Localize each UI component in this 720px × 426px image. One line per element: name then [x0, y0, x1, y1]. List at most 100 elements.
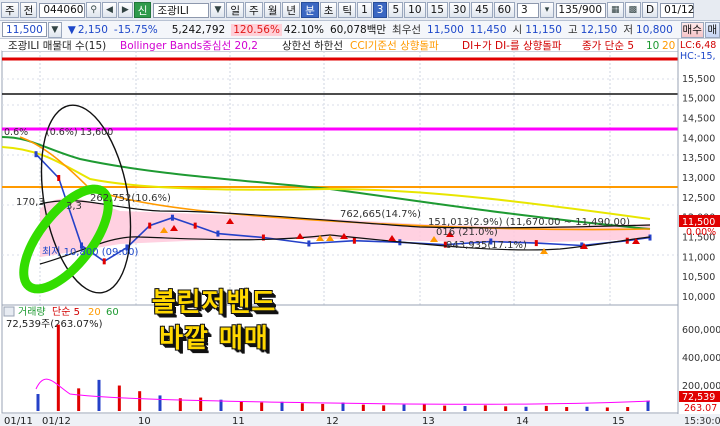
price-tick-label: 11,000: [682, 252, 715, 263]
minute-30-button[interactable]: 30: [448, 2, 471, 18]
price-candle: [193, 222, 197, 229]
price-candle: [34, 151, 38, 158]
price-candle: [216, 230, 220, 237]
price-candle: [307, 240, 311, 247]
current-price: 11,500: [2, 22, 47, 37]
volume-bar: [239, 401, 243, 411]
volume-bar: [341, 402, 345, 411]
sell-button[interactable]: 매: [704, 21, 720, 38]
date-input[interactable]: 01/12: [660, 2, 694, 18]
high-label: 고: [567, 24, 578, 36]
open-label: 시: [512, 24, 523, 36]
toolbar: 주 전 044060 ⚲ ◀ ▶ 신 조광ILI ▼ 일 주 월 년 분 초 틱…: [0, 0, 720, 21]
price-chart[interactable]: 0.6% (0.6%) 13,600 170,3 3,3 262,752(10.…: [0, 39, 720, 426]
period-month-button[interactable]: 월: [263, 2, 282, 18]
price-candle: [102, 258, 106, 265]
dropdown-icon[interactable]: ▼: [210, 2, 226, 18]
period-year-button[interactable]: 년: [282, 2, 301, 18]
volume-bar: [382, 405, 386, 411]
callout-line-2: 바깥 매매: [159, 324, 269, 354]
volume-bar: [646, 400, 650, 411]
legend-dmi[interactable]: DI+가 DI-를 상향돌파: [462, 40, 562, 52]
volume-bar: [626, 407, 630, 411]
legend-bollinger[interactable]: Bollinger Bands중심선 20,2: [120, 40, 258, 52]
volume-tick-400k: 400,000: [682, 353, 720, 364]
peak-pct-label: (0.6%): [46, 127, 78, 138]
zoom-in-icon[interactable]: ▦: [607, 2, 624, 18]
search-icon[interactable]: ⚲: [86, 2, 101, 18]
volume-tick-600k: 600,000: [682, 325, 720, 336]
volume-bar: [260, 402, 264, 411]
legend-upper[interactable]: 상한선: [282, 40, 311, 52]
volume-bar: [524, 406, 528, 411]
price-candle: [534, 240, 538, 247]
open-price: 11,150: [525, 23, 562, 36]
legend-ma-20[interactable]: 20: [662, 40, 675, 52]
prev-icon[interactable]: ◀: [101, 2, 117, 18]
interval-input[interactable]: 3: [517, 2, 540, 18]
volume-bar: [77, 388, 81, 411]
period-tick-button[interactable]: 틱: [338, 2, 357, 18]
volume-bar: [443, 405, 447, 411]
count-input[interactable]: 135/900: [556, 2, 607, 18]
trade-amount: 60,078백만: [329, 24, 387, 36]
volume-label[interactable]: 거래량: [18, 306, 46, 318]
period-second-button[interactable]: 초: [319, 2, 338, 18]
change-arrow-icon: ▼: [67, 23, 76, 36]
best-bid: 11,450: [469, 23, 507, 36]
minute-45-button[interactable]: 45: [471, 2, 493, 18]
minute-10-button[interactable]: 10: [404, 2, 426, 18]
minute-3-button[interactable]: 3: [372, 2, 388, 18]
best-ask: 11,500: [427, 23, 464, 36]
price-candle: [170, 214, 174, 221]
panel-toggle-icon[interactable]: [3, 306, 15, 317]
symbol-code-input[interactable]: 044060: [39, 2, 86, 18]
volume-bar: [483, 405, 487, 411]
quote-bar: 11,500 ▼ ▼ 2,150 -15.75% 5,242,792 120.5…: [0, 21, 720, 39]
price-dropdown-icon[interactable]: ▼: [47, 21, 62, 38]
buy-button[interactable]: 매수: [680, 21, 704, 38]
volume-bar: [565, 407, 569, 411]
label-mid: 262,752(10.6%): [90, 193, 171, 204]
time-label: 01/11: [4, 416, 33, 426]
label-016: 016 (21.0%): [436, 227, 498, 238]
period-day-button[interactable]: 일: [226, 2, 245, 18]
minute-60-button[interactable]: 60: [493, 2, 516, 18]
speaker-icon[interactable]: ▶: [117, 2, 133, 18]
volume-bar: [605, 407, 609, 411]
low-label: 저: [623, 24, 634, 36]
minute-1-button[interactable]: 1: [357, 2, 372, 18]
volume-ma-label[interactable]: 단순 5: [52, 306, 80, 318]
volume-bar: [544, 405, 548, 411]
period-week-button[interactable]: 주: [245, 2, 263, 18]
change-percent: -15.75%: [113, 23, 158, 36]
time-label: 12: [326, 416, 339, 426]
market-button[interactable]: 전: [19, 2, 38, 18]
stock-type-button[interactable]: 주: [1, 2, 19, 18]
minute-5-button[interactable]: 5: [388, 2, 404, 18]
volume-current-tag-text: 72,539: [682, 392, 715, 403]
volume-ma-10[interactable]: 20: [88, 307, 101, 318]
legend-name[interactable]: 조광ILI 매물대 수(15): [8, 40, 106, 52]
price-tick-label: 13,500: [682, 153, 715, 164]
price-candle: [57, 175, 61, 181]
volume-bar: [504, 406, 508, 411]
volume-bar: [422, 403, 426, 411]
time-label: 10: [138, 416, 151, 426]
price-tick-label: 12,500: [682, 193, 715, 204]
price-candle: [352, 237, 356, 244]
legend-lower[interactable]: 하한선: [314, 39, 343, 52]
minute-15-button[interactable]: 15: [426, 2, 448, 18]
legend-ma[interactable]: 종가 단순 5: [582, 40, 634, 52]
price-tick-label: 10,500: [682, 272, 715, 283]
label-943: 943,935(17.1%): [446, 240, 527, 251]
legend-cci[interactable]: CCI기준선 상향돌파: [350, 40, 439, 52]
period-minute-button[interactable]: 분: [301, 2, 319, 18]
volume-bar: [158, 395, 162, 411]
zoom-out-icon[interactable]: ▩: [624, 2, 642, 18]
turnover: 42.10%: [283, 23, 324, 36]
interval-stepper-icon[interactable]: ▾: [540, 2, 555, 18]
time-label: 15: [612, 416, 625, 426]
volume-bar: [97, 379, 101, 411]
legend-ma-10[interactable]: 10: [646, 40, 659, 52]
